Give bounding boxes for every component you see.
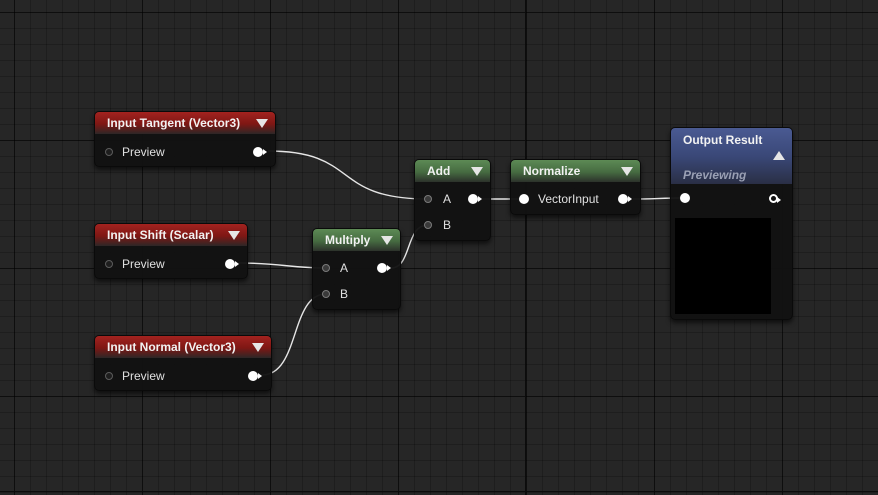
preview-output-pin[interactable]: [225, 259, 239, 269]
input-pin-b[interactable]: [424, 221, 432, 229]
node-header[interactable]: Input Tangent (Vector3): [95, 112, 275, 134]
input-pin-a[interactable]: [322, 264, 330, 272]
pin-label-a: A: [340, 261, 349, 275]
node-header[interactable]: Add: [415, 160, 490, 182]
output-result-node[interactable]: Output Result Previewing: [670, 127, 793, 320]
preview-viewport: [675, 218, 771, 314]
preview-input-pin[interactable]: [105, 372, 113, 380]
graph-canvas[interactable]: Input Tangent (Vector3) Preview Input Sh…: [0, 0, 878, 495]
input-pin-b[interactable]: [322, 290, 330, 298]
node-header[interactable]: Multiply: [313, 229, 400, 251]
result-input-pin[interactable]: [680, 193, 690, 203]
node-title: Input Tangent (Vector3): [107, 116, 241, 130]
pin-label-b: B: [340, 287, 349, 301]
collapse-caret-icon[interactable]: [256, 119, 268, 128]
input-tangent-node[interactable]: Input Tangent (Vector3) Preview: [94, 111, 276, 167]
node-header[interactable]: Output Result Previewing: [671, 128, 792, 184]
result-output-pin[interactable]: [468, 194, 482, 204]
pin-label: VectorInput: [538, 192, 599, 206]
collapse-caret-icon[interactable]: [228, 231, 240, 240]
result-output-pin[interactable]: [377, 263, 391, 273]
vector-input-pin[interactable]: [519, 194, 529, 204]
node-title: Multiply: [325, 233, 371, 247]
collapse-caret-icon[interactable]: [621, 167, 633, 176]
preview-input-pin[interactable]: [105, 260, 113, 268]
pin-label: Preview: [122, 369, 165, 383]
node-header[interactable]: Input Normal (Vector3): [95, 336, 271, 358]
input-pin-a[interactable]: [424, 195, 432, 203]
collapse-caret-icon[interactable]: [471, 167, 483, 176]
node-header[interactable]: Normalize: [511, 160, 640, 182]
pin-label-a: A: [443, 192, 452, 206]
collapse-caret-icon[interactable]: [773, 151, 785, 160]
node-title: Input Normal (Vector3): [107, 340, 236, 354]
preview-input-pin[interactable]: [105, 148, 113, 156]
previewing-status: Previewing: [683, 168, 747, 182]
node-title: Add: [427, 164, 451, 178]
pin-label: Preview: [122, 257, 165, 271]
collapse-caret-icon[interactable]: [252, 343, 264, 352]
preview-output-pin[interactable]: [253, 147, 267, 157]
graph-origin-axis-vertical: [525, 0, 526, 495]
node-title: Normalize: [523, 164, 581, 178]
multiply-node[interactable]: Multiply A B: [312, 228, 401, 310]
pin-label-b: B: [443, 218, 452, 232]
input-shift-node[interactable]: Input Shift (Scalar) Preview: [94, 223, 248, 279]
collapse-caret-icon[interactable]: [381, 236, 393, 245]
result-output-pin[interactable]: [618, 194, 632, 204]
wire-tangent-to-add-a: [267, 150, 429, 200]
node-title: Input Shift (Scalar): [107, 228, 214, 242]
input-normal-node[interactable]: Input Normal (Vector3) Preview: [94, 335, 272, 391]
graph-origin-axis-horizontal: [0, 491, 878, 492]
pin-label: Preview: [122, 145, 165, 159]
normalize-node[interactable]: Normalize VectorInput: [510, 159, 641, 215]
node-header[interactable]: Input Shift (Scalar): [95, 224, 247, 246]
add-node[interactable]: Add A B: [414, 159, 491, 241]
node-title: Output Result: [683, 133, 763, 147]
output-pin[interactable]: [769, 194, 781, 203]
preview-output-pin[interactable]: [248, 371, 262, 381]
